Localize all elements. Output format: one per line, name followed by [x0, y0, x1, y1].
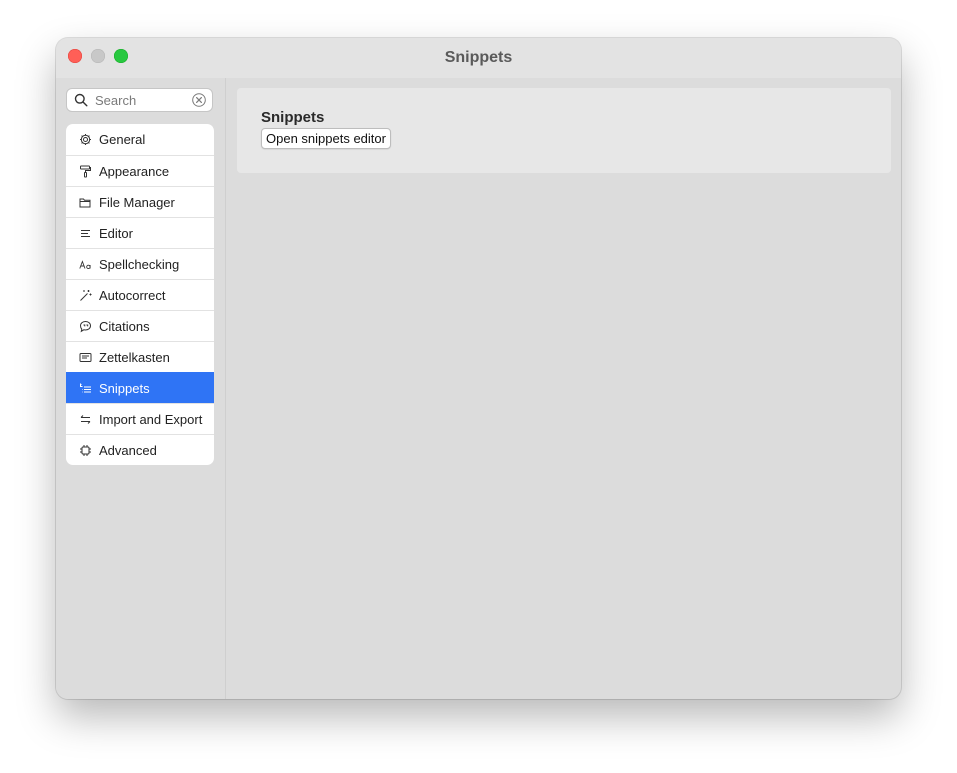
- import-export-icon: [80, 414, 91, 424]
- card-icon: [79, 352, 92, 362]
- content-area: Snippets Open snippets editor: [226, 78, 901, 699]
- magic-wand-icon: [80, 289, 92, 301]
- snippets-list-icon: [80, 383, 91, 392]
- sidebar-item-general[interactable]: General: [66, 124, 214, 155]
- sidebar-item-advanced[interactable]: Advanced: [66, 434, 214, 465]
- sidebar-item-label: Advanced: [99, 442, 157, 458]
- sidebar: General Appearance File Manager Editor: [56, 78, 226, 699]
- text-align-icon: [81, 229, 90, 237]
- quote-bubble-icon: [79, 320, 92, 332]
- search-input[interactable]: [95, 92, 190, 108]
- chip-icon: [80, 444, 91, 456]
- sidebar-item-zettelkasten[interactable]: Zettelkasten: [66, 341, 214, 372]
- title-bar[interactable]: Snippets: [56, 38, 901, 78]
- sidebar-item-label: Zettelkasten: [99, 349, 170, 365]
- text-size-icon: [79, 259, 91, 269]
- paint-roller-icon: [80, 165, 91, 177]
- sidebar-item-autocorrect[interactable]: Autocorrect: [66, 279, 214, 310]
- sidebar-item-label: Citations: [99, 318, 150, 334]
- search-field[interactable]: [66, 88, 213, 112]
- clear-search-icon[interactable]: [192, 93, 206, 107]
- window-title: Snippets: [444, 49, 513, 66]
- folder-icon: [79, 198, 91, 207]
- section-heading: Snippets: [261, 109, 325, 126]
- sidebar-item-label: File Manager: [99, 194, 175, 210]
- sidebar-item-label: Autocorrect: [99, 287, 166, 303]
- gear-icon: [80, 134, 91, 145]
- open-snippets-editor-button[interactable]: Open snippets editor: [261, 128, 391, 149]
- settings-nav: General Appearance File Manager Editor S…: [66, 124, 214, 465]
- sidebar-item-editor[interactable]: Editor: [66, 217, 214, 248]
- sidebar-item-label: General: [99, 132, 146, 147]
- preferences-window: Snippets General: [56, 38, 901, 699]
- sidebar-item-spellchecking[interactable]: Spellchecking: [66, 248, 214, 279]
- sidebar-item-label: Snippets: [99, 380, 150, 396]
- sidebar-item-label: Import and Export: [99, 411, 203, 427]
- sidebar-item-label: Spellchecking: [99, 256, 180, 272]
- snippets-section: Snippets Open snippets editor: [237, 88, 891, 173]
- sidebar-item-appearance[interactable]: Appearance: [66, 155, 214, 186]
- sidebar-item-snippets[interactable]: Snippets: [66, 372, 214, 403]
- sidebar-item-label: Appearance: [99, 163, 170, 179]
- search-icon: [74, 93, 88, 107]
- sidebar-item-file-manager[interactable]: File Manager: [66, 186, 214, 217]
- sidebar-item-citations[interactable]: Citations: [66, 310, 214, 341]
- sidebar-item-label: Editor: [99, 225, 133, 241]
- sidebar-item-import-export[interactable]: Import and Export: [66, 403, 214, 434]
